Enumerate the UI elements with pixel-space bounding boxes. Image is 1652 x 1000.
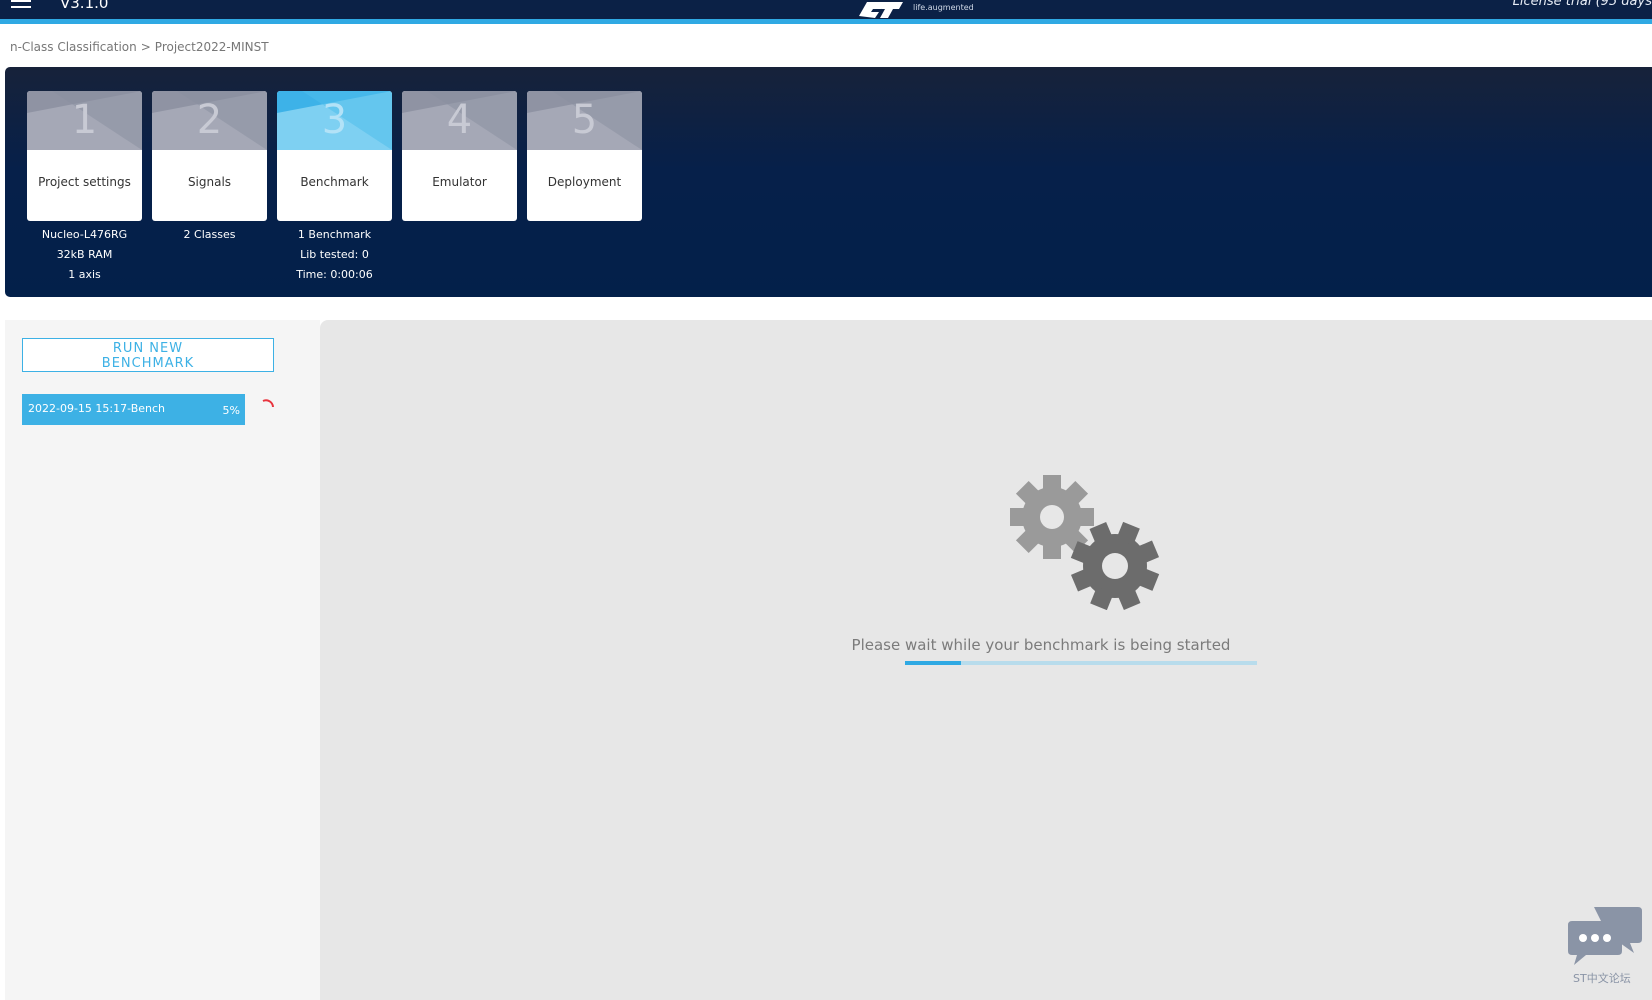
step-emulator: 4 Emulator <box>402 91 517 221</box>
step-project-settings: 1 Project settings Nucleo-L476RG 32kB RA… <box>27 91 142 285</box>
axis-count: 1 axis <box>68 268 101 281</box>
benchmark-progress: 5% <box>222 404 240 417</box>
step-label: Deployment <box>547 175 622 189</box>
step-info: 2 Classes <box>152 225 267 245</box>
gears-icon <box>1010 475 1160 610</box>
app-version: V3.1.0 <box>60 0 109 12</box>
breadcrumb-item-project: Project2022-MINST <box>154 40 269 54</box>
benchmark-sidebar: RUN NEW BENCHMARK 2022-09-15 15:17-Bench… <box>5 320 320 1000</box>
lib-tested: Lib tested: 0 <box>300 248 369 261</box>
step-label: Emulator <box>432 175 487 189</box>
step-deployment: 5 Deployment <box>527 91 642 221</box>
elapsed-time: Time: 0:00:06 <box>296 268 373 281</box>
step-card-1[interactable]: 1 Project settings <box>27 91 142 221</box>
step-label: Benchmark <box>300 175 369 189</box>
breadcrumb-item-project-type[interactable]: n-Class Classification <box>10 40 137 54</box>
benchmark-wait-message: Please wait while your benchmark is bein… <box>851 636 1231 654</box>
top-bar: V3.1.0 life.augmented License trial (95 … <box>0 0 1652 19</box>
benchmark-progress-bar <box>905 661 1257 665</box>
run-button-label-line1: RUN NEW <box>112 341 184 356</box>
step-info: 1 Benchmark Lib tested: 0 Time: 0:00:06 <box>277 225 392 285</box>
step-number: 5 <box>571 97 598 143</box>
step-card-2[interactable]: 2 Signals <box>152 91 267 221</box>
step-info: Nucleo-L476RG 32kB RAM 1 axis <box>27 225 142 285</box>
license-status: License trial (95 days <box>1512 0 1652 9</box>
step-signals: 2 Signals 2 Classes <box>152 91 267 245</box>
step-card-3[interactable]: 3 Benchmark <box>277 91 392 221</box>
step-card-4[interactable]: 4 Emulator <box>402 91 517 221</box>
logo-tagline: life.augmented <box>913 3 974 12</box>
workflow-steps-panel: 1 Project settings Nucleo-L476RG 32kB RA… <box>5 67 1652 297</box>
step-card-5[interactable]: 5 Deployment <box>527 91 642 221</box>
chat-widget-label: ST中文论坛 <box>1573 972 1631 985</box>
st-logo <box>859 2 903 18</box>
progress-bar-fill <box>905 661 962 665</box>
class-count: 2 Classes <box>183 228 236 241</box>
benchmark-list-item[interactable]: 2022-09-15 15:17-Bench 5% <box>22 394 245 425</box>
breadcrumb: n-Class Classification > Project2022-MINST <box>10 40 269 54</box>
benchmark-main-area: Please wait while your benchmark is bein… <box>320 320 1652 1000</box>
board-name: Nucleo-L476RG <box>41 228 128 241</box>
step-label: Signals <box>187 175 232 189</box>
menu-icon[interactable] <box>11 0 31 10</box>
chat-icon[interactable] <box>1568 905 1643 967</box>
step-number: 4 <box>446 97 473 143</box>
benchmark-name: 2022-09-15 15:17-Bench <box>28 402 166 415</box>
step-number: 3 <box>321 97 348 143</box>
run-button-label-line2: BENCHMARK <box>101 356 195 371</box>
spinner-icon <box>262 399 274 408</box>
ram-size: 32kB RAM <box>56 248 113 261</box>
top-bar-accent <box>0 19 1652 24</box>
step-label: Project settings <box>38 175 131 189</box>
breadcrumb-separator: > <box>140 40 151 54</box>
step-benchmark: 3 Benchmark 1 Benchmark Lib tested: 0 Ti… <box>277 91 392 285</box>
run-new-benchmark-button[interactable]: RUN NEW BENCHMARK <box>22 338 274 372</box>
benchmark-count: 1 Benchmark <box>297 228 372 241</box>
step-number: 1 <box>71 97 98 143</box>
step-number: 2 <box>196 97 223 143</box>
